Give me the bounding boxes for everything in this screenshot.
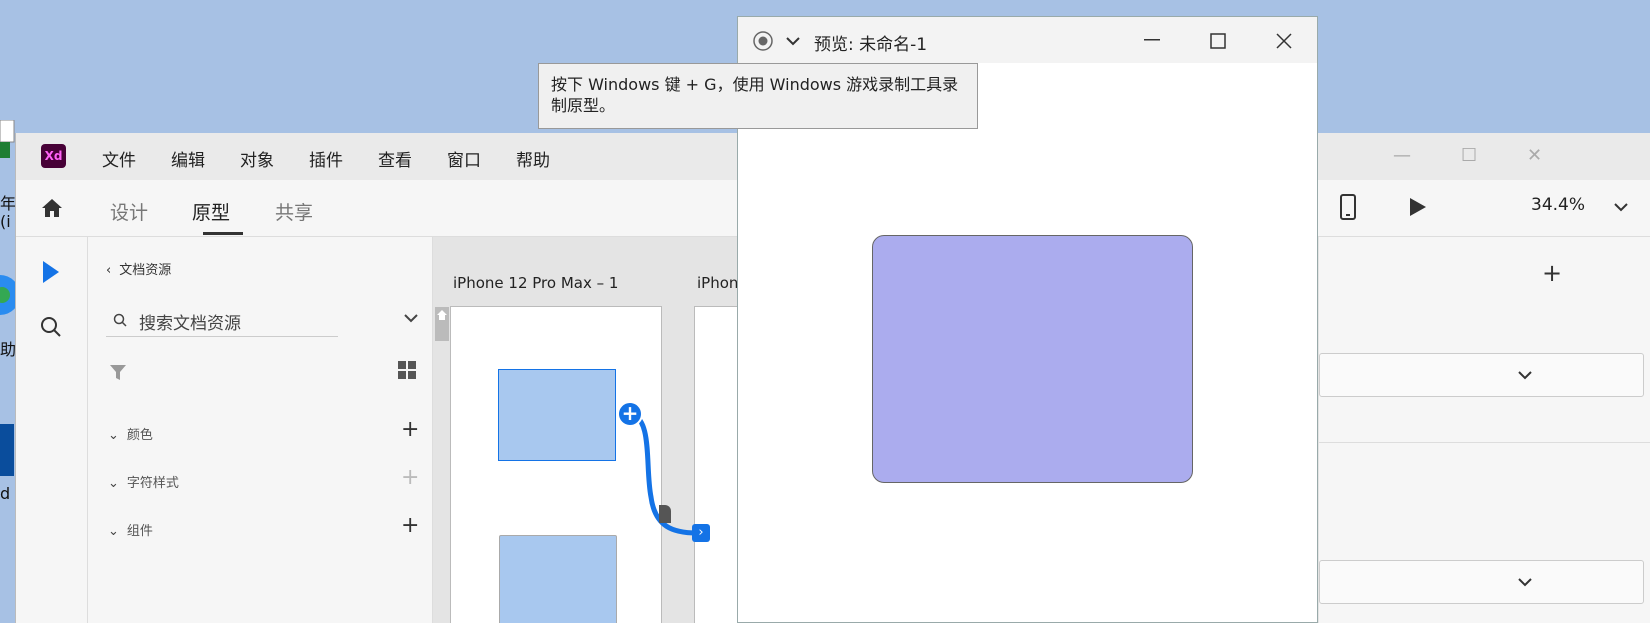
play-icon[interactable] [1406, 196, 1428, 218]
preview-minimize-icon[interactable] [1144, 39, 1160, 41]
preview-close-icon[interactable] [1275, 32, 1293, 50]
preview-title: 预览: 未命名-1 [814, 35, 928, 55]
search-placeholder: 搜索文档资源 [139, 314, 241, 334]
menu-plugins[interactable]: 插件 [309, 146, 343, 171]
desktop-label-1: 年 [0, 194, 17, 213]
prototype-wire[interactable] [433, 237, 733, 557]
chevron-down-icon [1518, 578, 1532, 587]
grid-view-icon[interactable] [398, 361, 416, 379]
filter-icon[interactable] [109, 363, 127, 381]
menu-window[interactable]: 窗口 [447, 146, 481, 171]
desktop-label-2: (i [0, 212, 11, 231]
trigger-dropdown[interactable] [1319, 353, 1644, 397]
action-dropdown[interactable] [1319, 560, 1644, 604]
add-color-button[interactable]: + [401, 417, 419, 442]
chrome-icon[interactable] [0, 270, 20, 320]
select-tool-icon[interactable] [40, 259, 62, 285]
add-interaction-handle-icon[interactable]: + [617, 401, 643, 427]
zoom-dropdown-chevron-icon[interactable] [1614, 202, 1628, 212]
desktop-app-icon[interactable] [0, 420, 16, 480]
preview-rectangle[interactable] [872, 235, 1193, 483]
interaction-target-chevron-icon[interactable]: › [692, 524, 710, 542]
search-icon [113, 313, 127, 327]
add-component-button[interactable]: + [401, 513, 419, 538]
maximize-button[interactable]: ☐ [1461, 145, 1477, 166]
tab-prototype[interactable]: 原型 [192, 198, 230, 225]
menu-bar: 文件 编辑 对象 插件 查看 窗口 帮助 [102, 146, 585, 171]
desktop-label-4: d [0, 484, 11, 503]
xd-logo: Xd [41, 144, 66, 168]
device-preview-icon[interactable] [1339, 194, 1357, 220]
tab-design[interactable]: 设计 [110, 198, 148, 225]
section-character-styles-label: 字符样式 [126, 476, 179, 491]
menu-file[interactable]: 文件 [102, 146, 136, 171]
section-components[interactable]: ⌄ 组件 [108, 520, 153, 539]
assets-back-label: 文档资源 [119, 263, 172, 278]
assets-panel: ‹ 文档资源 搜索文档资源 ⌄ 颜色 + ⌄ 字符样式 + ⌄ 组件 + [88, 237, 433, 623]
tooltip-line-1: 按下 Windows 键 + G，使用 Windows 游戏录制工具录 [551, 75, 959, 94]
search-dropdown-chevron-icon[interactable] [404, 313, 418, 323]
preview-maximize-icon[interactable] [1210, 33, 1226, 49]
minimize-button[interactable]: — [1393, 145, 1411, 166]
close-button[interactable]: ✕ [1527, 145, 1542, 166]
chevron-down-icon: ⌄ [108, 476, 119, 491]
property-inspector: + [1319, 237, 1650, 623]
home-icon[interactable] [40, 196, 64, 220]
chevron-down-icon [1518, 371, 1532, 380]
tab-share[interactable]: 共享 [275, 198, 313, 225]
preview-titlebar: 预览: 未命名-1 [738, 17, 1317, 63]
search-icon[interactable] [39, 315, 63, 339]
menu-help[interactable]: 帮助 [516, 146, 550, 171]
record-tooltip: 按下 Windows 键 + G，使用 Windows 游戏录制工具录 制原型。 [538, 63, 978, 129]
section-character-styles[interactable]: ⌄ 字符样式 [108, 472, 179, 491]
menu-edit[interactable]: 编辑 [171, 146, 205, 171]
chevron-down-icon: ⌄ [108, 428, 119, 443]
active-tab-indicator [203, 232, 243, 235]
add-character-style-button[interactable]: + [401, 465, 419, 490]
desktop-icon-sheet[interactable] [0, 119, 16, 164]
section-components-label: 组件 [126, 524, 153, 539]
section-colors-label: 颜色 [126, 428, 153, 443]
menu-view[interactable]: 查看 [378, 146, 412, 171]
add-interaction-button[interactable]: + [1542, 259, 1562, 287]
chevron-down-icon: ⌄ [108, 524, 119, 539]
desktop-label-3: 助 [0, 340, 17, 359]
assets-back-link[interactable]: ‹ 文档资源 [106, 259, 171, 278]
zoom-level[interactable]: 34.4% [1531, 195, 1585, 215]
section-colors[interactable]: ⌄ 颜色 [108, 424, 153, 443]
assets-search-input[interactable]: 搜索文档资源 [106, 303, 338, 337]
tooltip-line-2: 制原型。 [551, 96, 616, 115]
record-icon[interactable] [752, 30, 774, 52]
chevron-left-icon: ‹ [106, 263, 112, 278]
divider [1319, 442, 1650, 443]
menu-object[interactable]: 对象 [240, 146, 274, 171]
record-dropdown-chevron-icon[interactable] [786, 36, 800, 46]
tool-strip [16, 237, 88, 623]
